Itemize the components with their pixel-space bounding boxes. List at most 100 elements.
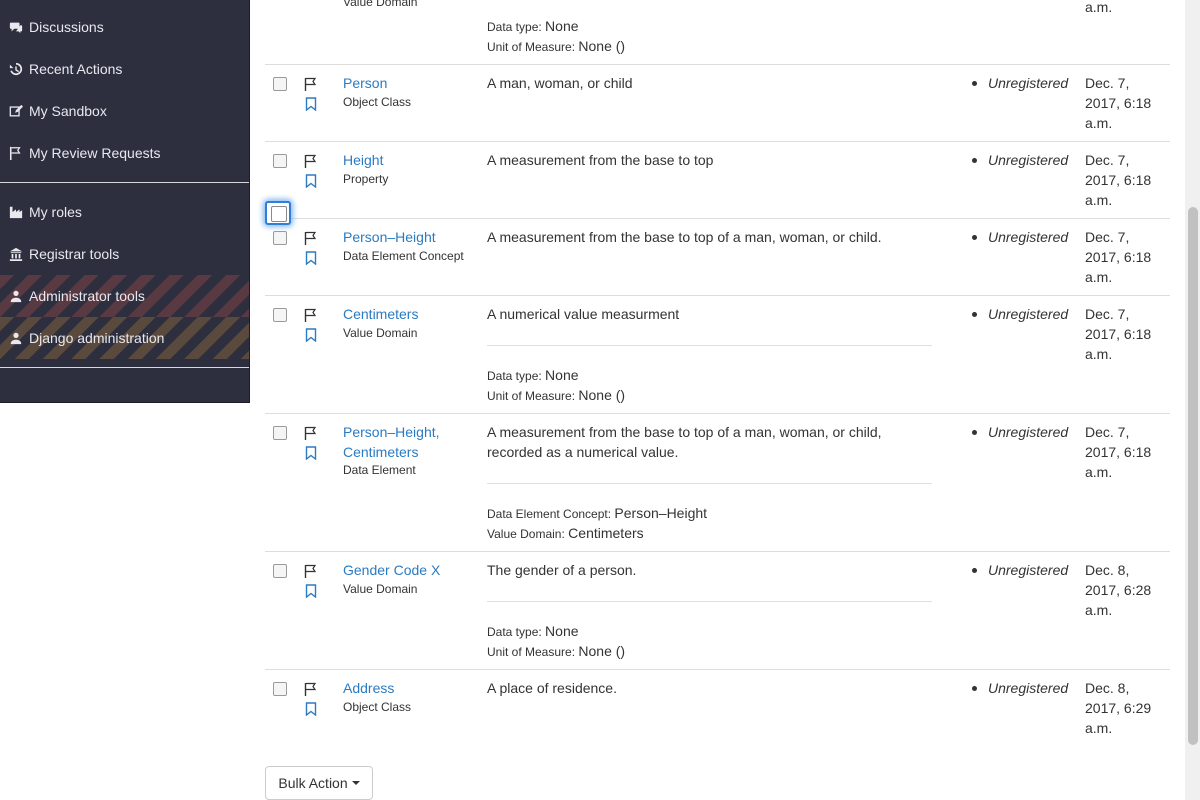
sidebar: Discussions Recent Actions My Sandbox My… — [0, 0, 250, 403]
sidebar-item-label: My Sandbox — [29, 103, 107, 119]
sidebar-item-my-sandbox[interactable]: My Sandbox — [0, 90, 249, 132]
status-label: Unregistered — [988, 152, 1069, 168]
status-bullet — [972, 81, 977, 86]
item-type: Value Domain — [343, 582, 418, 596]
sidebar-item-label: Registrar tools — [29, 246, 120, 262]
table-row: Centimeters Value Domain A numerical value… — [265, 295, 1170, 413]
item-date: Dec. 8, 2017, 6:29 a.m. — [1085, 680, 1152, 736]
edit-icon — [8, 103, 24, 119]
item-type: Property — [343, 172, 389, 186]
detail-divider — [487, 483, 932, 484]
detail-divider — [487, 345, 932, 346]
bulk-action-button[interactable]: Bulk Action — [265, 766, 373, 800]
scrollbar-thumb[interactable] — [1188, 207, 1198, 745]
sidebar-item-my-roles[interactable]: My roles — [0, 191, 249, 233]
bookmark-icon[interactable] — [305, 584, 317, 599]
item-date: Dec. 7, 2017, 6:18 a.m. — [1085, 306, 1152, 362]
item-date: Dec. 7, 2017, 6:18 a.m. — [1085, 424, 1152, 480]
focused-checkbox[interactable] — [265, 201, 291, 225]
row-checkbox[interactable] — [273, 426, 287, 440]
item-type: Object Class — [343, 700, 412, 714]
sidebar-item-label: Recent Actions — [29, 61, 123, 77]
item-detail: Data type: None — [487, 367, 579, 383]
item-name-link[interactable]: Person–Height, Centimeters — [343, 422, 478, 462]
flag-icon[interactable] — [304, 682, 318, 696]
table-row: Gender Code X Value Domain The gender of a… — [265, 551, 1170, 669]
item-date: Dec. 7, 2017, 6:18 a.m. — [1085, 152, 1152, 208]
item-name-link[interactable]: Height — [343, 150, 478, 170]
sidebar-item-recent-actions[interactable]: Recent Actions — [0, 48, 249, 90]
item-definition: A numerical value measurment — [487, 306, 680, 322]
item-name-link[interactable]: Person — [343, 73, 478, 93]
item-type: Value Domain — [343, 326, 418, 340]
sidebar-item-label: Discussions — [29, 19, 104, 35]
status-label: Unregistered — [988, 229, 1069, 245]
item-date: Dec. 8, 2017, 6:28 a.m. — [1085, 562, 1152, 618]
bookmark-icon[interactable] — [305, 174, 317, 189]
item-definition: The gender of a person. — [487, 562, 637, 578]
bookmark-icon[interactable] — [305, 446, 317, 461]
flag-icon — [8, 145, 24, 161]
flag-icon[interactable] — [304, 154, 318, 168]
sidebar-item-label: My roles — [29, 204, 82, 220]
sidebar-item-registrar-tools[interactable]: Registrar tools — [0, 233, 249, 275]
row-checkbox[interactable] — [273, 231, 287, 245]
sidebar-divider — [0, 367, 249, 368]
item-detail: Data type: None — [487, 18, 579, 34]
status-bullet — [972, 430, 977, 435]
sidebar-item-administrator-tools[interactable]: Administrator tools — [0, 275, 249, 317]
flag-icon[interactable] — [304, 77, 318, 91]
user-secret-icon — [8, 330, 24, 346]
sidebar-item-label: Administrator tools — [29, 288, 145, 304]
item-detail: Data type: None — [487, 623, 579, 639]
row-checkbox[interactable] — [273, 564, 287, 578]
row-checkbox[interactable] — [273, 154, 287, 168]
item-definition: A measurement from the base to top of a … — [487, 424, 882, 460]
item-detail: Data Element Concept: Person–Height — [487, 505, 708, 521]
item-definition: A man, woman, or child — [487, 75, 633, 91]
bookmark-icon[interactable] — [305, 702, 317, 717]
item-name-link[interactable]: Gender Code X — [343, 560, 478, 580]
status-label: Unregistered — [988, 306, 1069, 322]
sidebar-item-discussions[interactable]: Discussions — [0, 6, 249, 48]
table-row: Person Object Class A man, woman, or child… — [265, 64, 1170, 141]
industry-icon — [8, 204, 24, 220]
item-definition: A measurement from the base to top — [487, 152, 714, 168]
item-name-link[interactable]: Person–Height — [343, 227, 478, 247]
table-row: Address Object Class A place of residence.… — [265, 669, 1170, 749]
comments-icon — [8, 19, 24, 35]
item-name-link[interactable]: Address — [343, 678, 478, 698]
flag-icon[interactable] — [304, 426, 318, 440]
flag-icon[interactable] — [304, 231, 318, 245]
caret-down-icon — [351, 781, 360, 785]
bookmark-icon[interactable] — [305, 328, 317, 343]
item-date: a.m. — [1085, 0, 1113, 15]
status-bullet — [972, 235, 977, 240]
status-bullet — [972, 568, 977, 573]
row-checkbox[interactable] — [273, 77, 287, 91]
item-detail: Value Domain: Centimeters — [487, 525, 644, 541]
table-row: Person–Height, Centimeters Data Element A … — [265, 413, 1170, 551]
item-date: Dec. 7, 2017, 6:18 a.m. — [1085, 229, 1152, 285]
bookmark-icon[interactable] — [305, 97, 317, 112]
sidebar-item-django-administration[interactable]: Django administration — [0, 317, 249, 359]
item-type: Value Domain — [343, 0, 418, 9]
table-row: Height Property A measurement from the bas… — [265, 141, 1170, 218]
item-name-link[interactable]: Centimeters — [343, 304, 478, 324]
table-row: Person–Height Data Element Concept A measu… — [265, 218, 1170, 295]
history-icon — [8, 61, 24, 77]
detail-divider — [487, 601, 932, 602]
status-label: Unregistered — [988, 680, 1069, 696]
status-bullet — [972, 686, 977, 691]
item-detail: Unit of Measure: None () — [487, 38, 626, 54]
status-bullet — [972, 312, 977, 317]
item-type: Data Element Concept — [343, 249, 464, 263]
status-label: Unregistered — [988, 562, 1069, 578]
row-checkbox[interactable] — [273, 308, 287, 322]
row-checkbox[interactable] — [273, 682, 287, 696]
bookmark-icon[interactable] — [305, 251, 317, 266]
status-label: Unregistered — [988, 75, 1069, 91]
flag-icon[interactable] — [304, 564, 318, 578]
sidebar-item-my-review-requests[interactable]: My Review Requests — [0, 132, 249, 174]
flag-icon[interactable] — [304, 308, 318, 322]
